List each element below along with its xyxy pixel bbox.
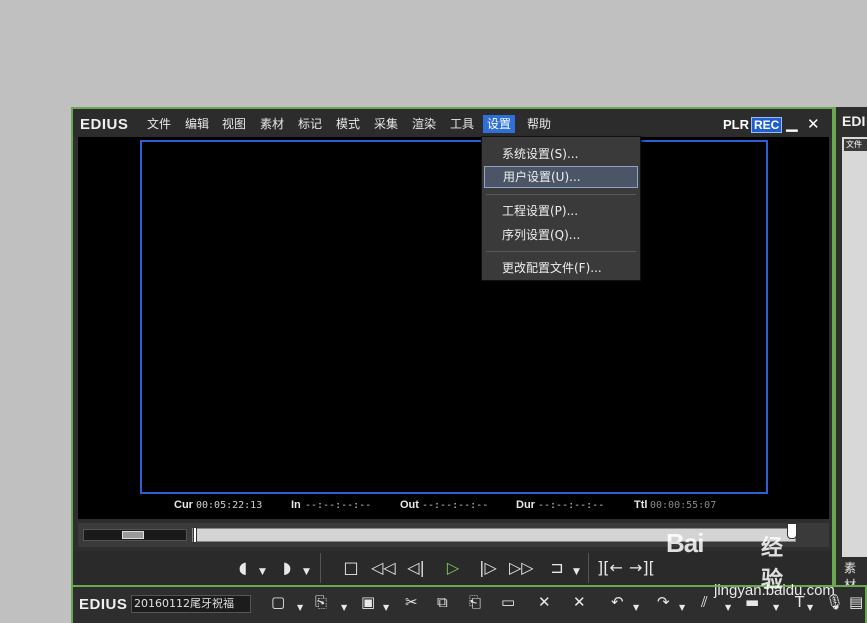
- dur-label: Dur: [516, 499, 535, 511]
- in-label: In: [291, 499, 301, 511]
- menu-file[interactable]: 文件: [143, 115, 175, 133]
- ttl-label: Ttl: [634, 499, 648, 511]
- save-icon[interactable]: ▣: [361, 593, 375, 611]
- rec-toggle[interactable]: REC: [751, 117, 783, 133]
- split-icon[interactable]: ⫽: [701, 593, 708, 611]
- chevron-down-icon[interactable]: ▼: [297, 603, 303, 612]
- chevron-down-icon[interactable]: ▼: [259, 567, 266, 577]
- step-back-icon[interactable]: ◁|: [406, 557, 426, 579]
- divider: [588, 553, 589, 583]
- app-logo: EDIUS: [80, 116, 129, 133]
- overwrite-icon[interactable]: →][: [629, 557, 655, 579]
- settings-dropdown: 系统设置(S)... 用户设置(U)... 工程设置(P)... 序列设置(Q)…: [481, 136, 641, 281]
- scrub-area: [78, 523, 829, 547]
- play-icon[interactable]: ▷: [443, 557, 463, 579]
- delete-icon[interactable]: ✕: [538, 593, 551, 611]
- safe-area-frame: [140, 140, 768, 494]
- new-icon[interactable]: ▢: [271, 593, 285, 611]
- menu-item-change-profile[interactable]: 更改配置文件(F)...: [484, 257, 638, 279]
- menu-item-project-settings[interactable]: 工程设置(P)...: [484, 200, 638, 222]
- menu-item-system-settings[interactable]: 系统设置(S)...: [484, 143, 638, 165]
- chevron-down-icon[interactable]: ▼: [383, 603, 389, 612]
- undo-icon[interactable]: ↶: [611, 593, 624, 611]
- fast-forward-icon[interactable]: ▷▷: [509, 557, 534, 579]
- bin-window-title: EDI: [842, 113, 866, 129]
- position-start-marker[interactable]: [193, 527, 197, 543]
- menu-item-sequence-settings[interactable]: 序列设置(Q)...: [484, 224, 638, 246]
- open-icon[interactable]: ⎘: [315, 593, 327, 611]
- project-name-field[interactable]: 20160112尾牙祝福: [131, 595, 251, 613]
- chevron-down-icon[interactable]: ▼: [807, 603, 813, 612]
- menu-separator: [486, 194, 636, 195]
- menu-clip[interactable]: 素材: [256, 115, 288, 133]
- chevron-down-icon[interactable]: ▼: [573, 567, 580, 577]
- video-viewer: Cur 00:05:22:13 In --:--:--:-- Out --:--…: [78, 137, 829, 519]
- rewind-icon[interactable]: ◁◁: [371, 557, 396, 579]
- jog-knob[interactable]: [122, 531, 144, 539]
- chevron-down-icon[interactable]: ▼: [773, 603, 779, 612]
- bin-file-tab[interactable]: 文件: [844, 139, 867, 151]
- title-bar: EDIUS 文件 编辑 视图 素材 标记 模式 采集 渲染 工具 设置 帮助 P…: [73, 109, 832, 137]
- minimize-button[interactable]: ▁: [786, 114, 798, 132]
- menu-marker[interactable]: 标记: [294, 115, 326, 133]
- clip-icon[interactable]: ▭: [501, 593, 515, 611]
- dur-timecode: --:--:--:--: [538, 500, 605, 511]
- menu-help[interactable]: 帮助: [523, 115, 555, 133]
- menu-item-user-settings[interactable]: 用户设置(U)...: [484, 166, 638, 188]
- chevron-down-icon[interactable]: ▼: [633, 603, 639, 612]
- ttl-timecode: 00:00:55:07: [650, 500, 717, 511]
- cur-label: Cur: [174, 499, 193, 511]
- step-forward-icon[interactable]: |▷: [478, 557, 498, 579]
- close-button[interactable]: ✕: [807, 115, 820, 133]
- bin-window: EDI 文件 素材: [834, 107, 867, 592]
- chevron-down-icon[interactable]: ▼: [303, 567, 310, 577]
- loop-icon[interactable]: ⊐: [547, 557, 567, 579]
- in-timecode: --:--:--:--: [305, 500, 372, 511]
- insert-icon[interactable]: ][←: [597, 557, 623, 579]
- cut-icon[interactable]: ✂: [405, 593, 418, 611]
- position-bar[interactable]: [192, 523, 797, 543]
- menu-capture[interactable]: 采集: [370, 115, 402, 133]
- menu-view[interactable]: 视图: [218, 115, 250, 133]
- monitor-icon[interactable]: ▤: [849, 593, 863, 611]
- out-timecode: --:--:--:--: [422, 500, 489, 511]
- menu-edit[interactable]: 编辑: [181, 115, 213, 133]
- divider: [320, 553, 321, 583]
- chevron-down-icon[interactable]: ▼: [725, 603, 731, 612]
- bin-panel: 文件: [842, 137, 867, 557]
- jog-slider[interactable]: [83, 529, 187, 541]
- watermark-brand: Bai: [666, 528, 704, 558]
- chevron-down-icon[interactable]: ▼: [679, 603, 685, 612]
- plr-toggle[interactable]: PLR: [723, 117, 749, 132]
- mark-out-icon[interactable]: ◗: [277, 557, 297, 579]
- copy-icon[interactable]: ⧉: [437, 593, 448, 611]
- out-label: Out: [400, 499, 419, 511]
- menu-settings[interactable]: 设置: [483, 115, 516, 133]
- player-window: EDIUS 文件 编辑 视图 素材 标记 模式 采集 渲染 工具 设置 帮助 P…: [71, 107, 834, 585]
- menu-tools[interactable]: 工具: [446, 115, 478, 133]
- watermark-url: jingyan.baidu.com: [714, 582, 835, 599]
- transport-bar: ◖ ▼ ◗ ▼ □ ◁◁ ◁| ▷ |▷ ▷▷ ⊐ ▼ ][← →][: [73, 551, 832, 585]
- cur-timecode: 00:05:22:13: [196, 500, 263, 511]
- paste-icon[interactable]: ⎗: [469, 593, 481, 611]
- menu-render[interactable]: 渲染: [408, 115, 440, 133]
- ripple-delete-icon[interactable]: ✕: [573, 593, 586, 611]
- position-end-marker[interactable]: [787, 523, 797, 539]
- menu-separator: [486, 251, 636, 252]
- chevron-down-icon[interactable]: ▼: [341, 603, 347, 612]
- mark-in-icon[interactable]: ◖: [233, 557, 253, 579]
- redo-icon[interactable]: ↷: [657, 593, 670, 611]
- timeline-logo: EDIUS: [79, 596, 128, 613]
- stop-icon[interactable]: □: [341, 557, 361, 579]
- menu-mode[interactable]: 模式: [332, 115, 364, 133]
